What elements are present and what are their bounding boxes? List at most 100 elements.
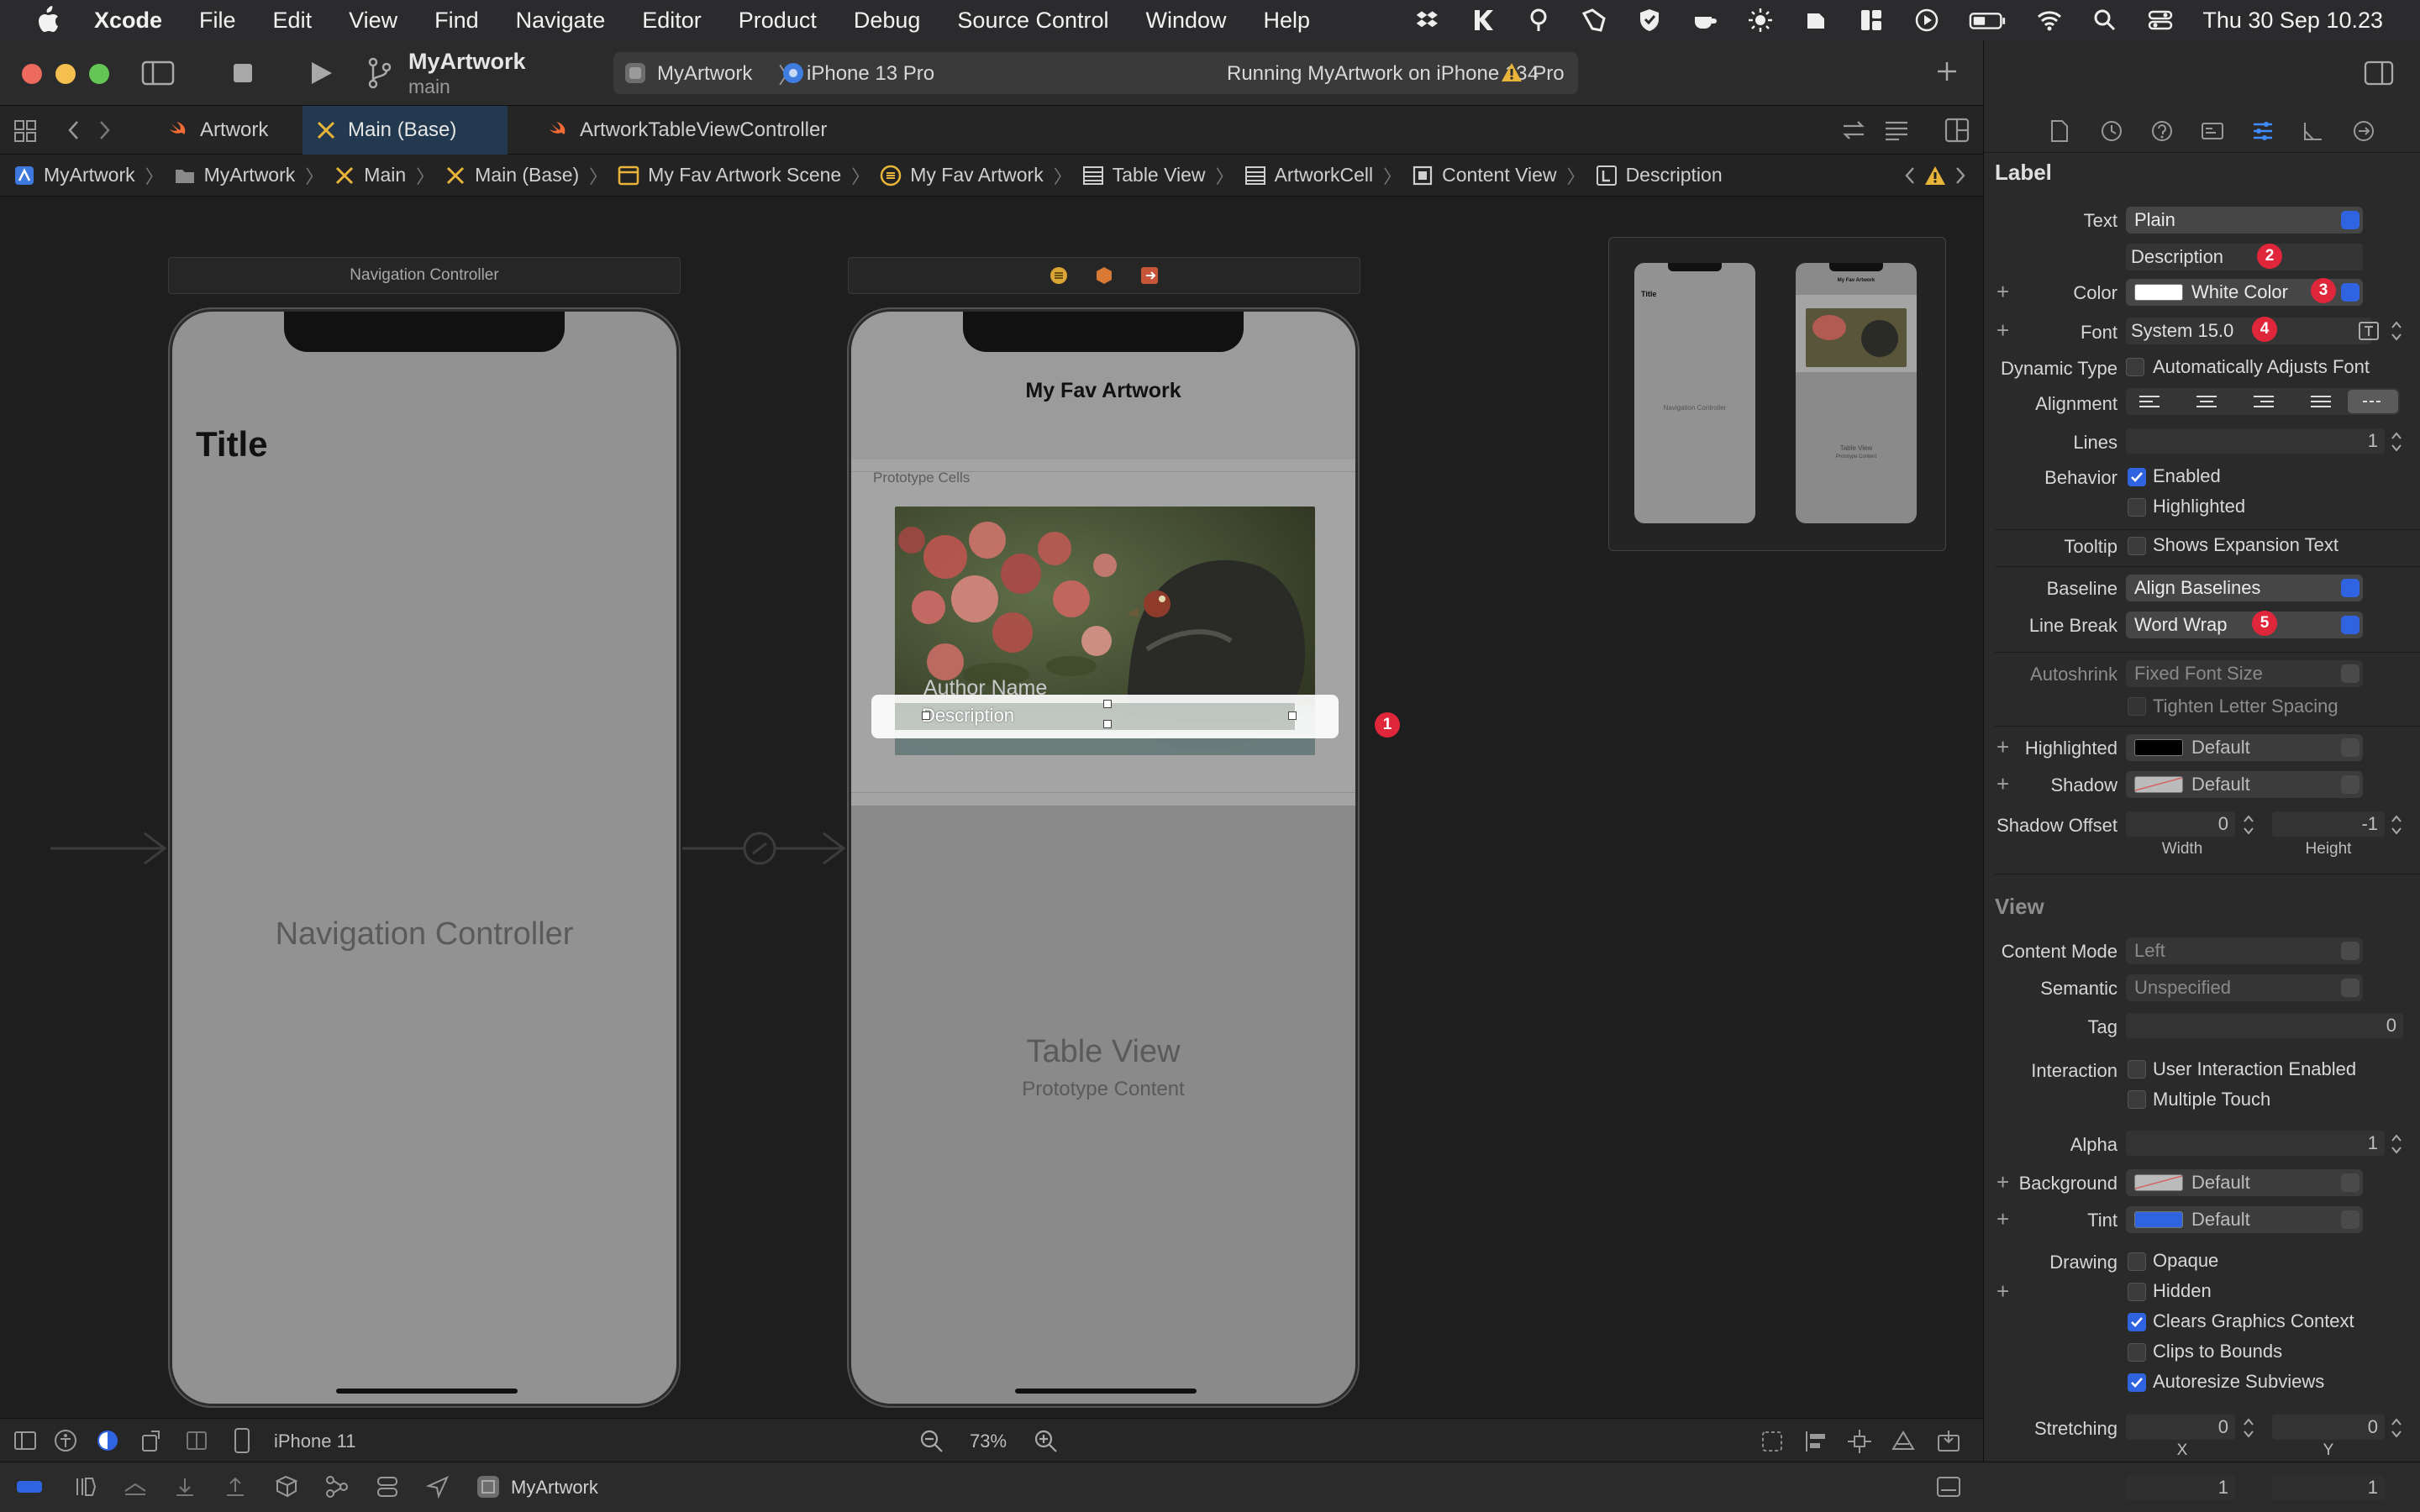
baseline-popup[interactable]: Align Baselines [2126, 575, 2363, 601]
add-variation-icon[interactable]: + [1996, 1278, 2009, 1305]
navigation-bar-title[interactable]: My Fav Artwork [851, 379, 1355, 403]
alpha-field[interactable]: 1 [2126, 1131, 2385, 1156]
description-label-selection[interactable]: Description [871, 695, 1339, 738]
tab-artwork-table-view-controller[interactable]: ArtworkTableViewController [534, 106, 871, 155]
view-controller-object-icon[interactable] [1049, 265, 1069, 286]
menu-help[interactable]: Help [1264, 8, 1311, 34]
environment-overrides-icon[interactable] [375, 1474, 400, 1499]
line-break-popup[interactable]: Word Wrap [2126, 612, 2363, 638]
resize-handle[interactable] [922, 711, 930, 720]
lines-field[interactable]: 1 [2126, 428, 2385, 454]
view-hierarchy-icon[interactable] [274, 1474, 299, 1499]
align-icon[interactable] [1803, 1429, 1828, 1454]
wifi-icon[interactable] [2036, 7, 2063, 34]
menu-navigate[interactable]: Navigate [516, 8, 606, 34]
issue-warning-icon[interactable] [1924, 165, 1946, 186]
resize-handle[interactable] [1103, 700, 1112, 708]
close-window-button[interactable] [22, 64, 42, 84]
highlighted-color-popup[interactable]: Default [2126, 734, 2363, 761]
scheme-selector[interactable]: MyArtwork [657, 62, 752, 86]
align-center-icon[interactable] [2195, 395, 2218, 408]
identity-inspector-icon[interactable] [2201, 119, 2224, 143]
cloud-icon[interactable] [1802, 7, 1829, 34]
zoom-out-icon[interactable] [919, 1429, 944, 1454]
scene-title-bar-navigation[interactable]: Navigation Controller [168, 257, 681, 294]
menu-window[interactable]: Window [1146, 8, 1227, 34]
shows-expansion-text-checkbox[interactable] [2128, 537, 2146, 555]
breadcrumb-storyboard-base[interactable]: Main (Base) 〉 [445, 162, 618, 189]
table-view-controller-scene[interactable]: My Fav Artwork Prototype Cells Author Na… [849, 309, 1358, 1406]
dropbox-icon[interactable] [1414, 7, 1441, 34]
document-outline-icon[interactable] [13, 1431, 37, 1451]
hidden-checkbox[interactable] [2128, 1283, 2146, 1301]
clock[interactable]: Thu 30 Sep 10.23 [2202, 8, 2383, 34]
orientation-icon[interactable] [139, 1429, 163, 1452]
stretch-y-stepper-icon[interactable] [2390, 1415, 2403, 1441]
debug-process-name[interactable]: MyArtwork [511, 1477, 598, 1499]
alpha-stepper-icon[interactable] [2390, 1131, 2403, 1158]
menu-source-control[interactable]: Source Control [957, 8, 1108, 34]
menu-find[interactable]: Find [434, 8, 479, 34]
step-out-icon[interactable] [224, 1476, 247, 1498]
device-name[interactable]: iPhone 11 [274, 1431, 355, 1452]
resize-handle[interactable] [1288, 711, 1297, 720]
swap-editors-icon[interactable] [1842, 119, 1865, 141]
add-constraints-icon[interactable] [1847, 1429, 1872, 1454]
menu-xcode[interactable]: Xcode [94, 8, 162, 34]
menu-edit[interactable]: Edit [273, 8, 313, 34]
branch-icon[interactable] [366, 57, 392, 89]
device-configuration-icon[interactable] [185, 1429, 208, 1452]
brightness-icon[interactable] [1747, 7, 1774, 34]
stretch-x-stepper-icon[interactable] [2242, 1415, 2255, 1441]
multiple-touch-checkbox[interactable] [2128, 1090, 2146, 1109]
kite-icon[interactable] [1470, 7, 1497, 34]
zoom-window-button[interactable] [89, 64, 109, 84]
warning-icon[interactable] [1501, 62, 1523, 82]
shield-icon[interactable] [1636, 7, 1663, 34]
shadow-width-stepper-icon[interactable] [2242, 811, 2255, 838]
background-color-popup[interactable]: Default [2126, 1169, 2363, 1196]
menu-debug[interactable]: Debug [854, 8, 921, 34]
simulate-location-icon[interactable] [425, 1474, 450, 1499]
show-debug-area-icon[interactable] [15, 1478, 44, 1496]
battery-icon[interactable] [1969, 7, 2007, 34]
zoom-in-icon[interactable] [1034, 1429, 1059, 1454]
autoresize-subviews-checkbox[interactable] [2128, 1373, 2146, 1392]
menu-editor[interactable]: Editor [642, 8, 702, 34]
minimize-window-button[interactable] [55, 64, 76, 84]
step-over-icon[interactable] [173, 1476, 197, 1498]
align-left-icon[interactable] [2138, 395, 2161, 408]
breadcrumb-label-description[interactable]: Description [1596, 164, 1723, 186]
large-title[interactable]: Title [196, 424, 268, 465]
project-name[interactable]: MyArtwork [408, 49, 526, 75]
file-inspector-icon[interactable] [2049, 119, 2070, 143]
run-icon[interactable] [309, 60, 333, 86]
update-frames-icon[interactable] [1760, 1429, 1785, 1454]
resize-handle[interactable] [1103, 720, 1112, 728]
branch-name[interactable]: main [408, 76, 450, 98]
align-justify-icon[interactable] [2309, 395, 2333, 408]
editor-options-icon[interactable] [1884, 119, 1909, 141]
tint-color-popup[interactable]: Default [2126, 1206, 2363, 1233]
layout-icon[interactable] [1858, 7, 1885, 34]
zoom-level[interactable]: 73% [970, 1431, 1007, 1452]
breadcrumb-storyboard[interactable]: Main 〉 [334, 162, 445, 189]
stretch-height-field[interactable]: 1 [2272, 1475, 2385, 1500]
size-inspector-icon[interactable] [2302, 119, 2325, 143]
tag-field[interactable]: 0 [2126, 1013, 2403, 1038]
breakpoints-icon[interactable] [74, 1476, 96, 1498]
destination-selector[interactable]: iPhone 13 Pro [807, 62, 934, 86]
appearance-icon[interactable] [96, 1429, 119, 1452]
breadcrumb-scene[interactable]: My Fav Artwork Scene 〉 [618, 162, 880, 189]
canvas-minimap[interactable]: Title Navigation Controller My Fav Artwo… [1608, 237, 1946, 551]
breadcrumb-table-view[interactable]: Table View 〉 [1082, 162, 1244, 189]
navigator-toggle-icon[interactable] [141, 60, 175, 86]
control-center-icon[interactable] [2147, 7, 2174, 34]
content-mode-popup[interactable]: Left [2126, 937, 2363, 964]
pin-icon[interactable] [1525, 7, 1552, 34]
description-label[interactable]: Description [922, 705, 1014, 727]
shadow-offset-height-field[interactable]: -1 [2272, 811, 2385, 837]
align-right-icon[interactable] [2252, 395, 2275, 408]
breadcrumb-view-controller[interactable]: My Fav Artwork 〉 [880, 162, 1081, 189]
stretch-width-field[interactable]: 1 [2126, 1475, 2235, 1500]
